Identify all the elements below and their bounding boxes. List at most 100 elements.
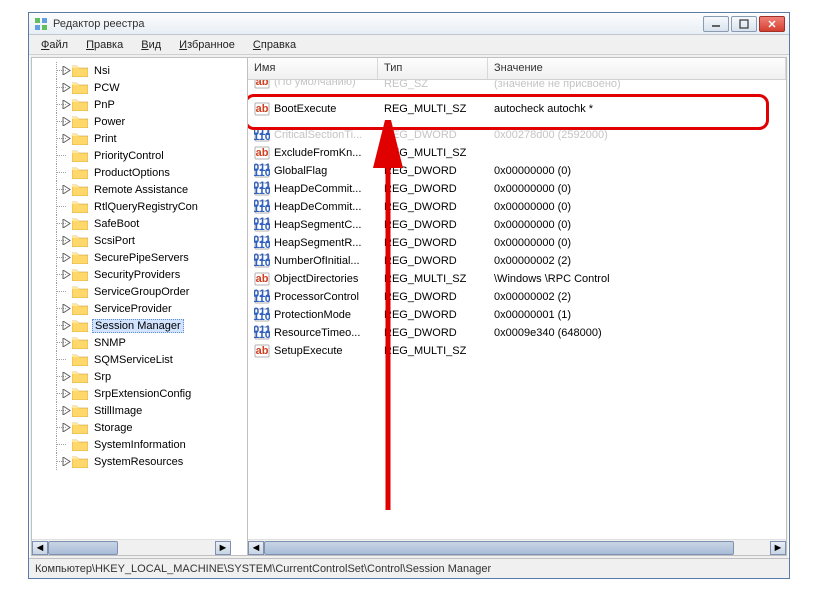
tree-label: SafeBoot [92,218,141,230]
folder-icon [72,115,88,128]
value-row[interactable]: HeapDeCommit...REG_DWORD0x00000000 (0) [248,180,786,198]
scroll-left-icon[interactable]: ◄ [32,541,48,555]
scroll-thumb[interactable] [48,541,118,555]
menu-правка[interactable]: Правка [78,37,131,53]
tree-node-safeboot[interactable]: SafeBoot [36,215,247,232]
expand-icon[interactable] [62,423,71,432]
value-row[interactable]: HeapDeCommit...REG_DWORD0x00000000 (0) [248,198,786,216]
value-type: REG_DWORD [378,255,488,267]
value-row[interactable]: NumberOfInitial...REG_DWORD0x00000002 (2… [248,252,786,270]
binary-icon [254,307,270,323]
scroll-left-icon[interactable]: ◄ [248,541,264,555]
menu-справка[interactable]: Справка [245,37,304,53]
expand-icon[interactable] [62,338,71,347]
expand-icon[interactable] [62,83,71,92]
tree-node-securepipeservers[interactable]: SecurePipeServers [36,249,247,266]
tree-node-power[interactable]: Power [36,113,247,130]
value-data: 0x00000000 (0) [488,219,786,231]
tree-node-servicegrouporder[interactable]: ServiceGroupOrder [36,283,247,300]
expand-icon[interactable] [62,406,71,415]
value-row[interactable]: GlobalFlagREG_DWORD0x00000000 (0) [248,162,786,180]
string-icon [254,271,270,287]
minimize-button[interactable] [703,16,729,32]
expand-icon[interactable] [62,270,71,279]
tree-node-rtlqueryregistrycon[interactable]: RtlQueryRegistryCon [36,198,247,215]
tree-node-securityproviders[interactable]: SecurityProviders [36,266,247,283]
value-row[interactable]: CriticalSectionTi...REG_DWORD0x00278d00 … [248,126,786,144]
value-row[interactable]: ResourceTimeo...REG_DWORD0x0009e340 (648… [248,324,786,342]
tree-node-session-manager[interactable]: Session Manager [36,317,247,334]
tree-label: StillImage [92,405,144,417]
tree-node-pcw[interactable]: PCW [36,79,247,96]
value-data: 0x00000002 (2) [488,291,786,303]
expand-icon[interactable] [62,219,71,228]
tree-node-print[interactable]: Print [36,130,247,147]
value-name: ObjectDirectories [274,273,358,285]
value-row[interactable]: BootExecuteREG_MULTI_SZautocheck autochk… [248,100,786,118]
tree-label: SecurityProviders [92,269,182,281]
column-value[interactable]: Значение [488,58,786,79]
tree-label: ScsiPort [92,235,137,247]
list-body[interactable]: (По умолчанию)REG_SZ(значение не присвое… [248,80,786,539]
binary-icon [254,289,270,305]
tree-hscroll[interactable]: ◄ ► [32,539,231,555]
tree-node-scsiport[interactable]: ScsiPort [36,232,247,249]
value-row[interactable]: HeapSegmentC...REG_DWORD0x00000000 (0) [248,216,786,234]
menu-вид[interactable]: Вид [133,37,169,53]
expand-icon[interactable] [62,185,71,194]
tree-node-srp[interactable]: Srp [36,368,247,385]
value-row[interactable]: SetupExecuteREG_MULTI_SZ [248,342,786,360]
expand-icon[interactable] [62,321,71,330]
tree-node-prioritycontrol[interactable]: PriorityControl [36,147,247,164]
scroll-right-icon[interactable]: ► [770,541,786,555]
menu-избранное[interactable]: Избранное [171,37,243,53]
tree-node-sqmservicelist[interactable]: SQMServiceList [36,351,247,368]
maximize-button[interactable] [731,16,757,32]
tree-pane[interactable]: NsiPCWPnPPowerPrintPriorityControlProduc… [32,58,248,555]
tree-node-srpextensionconfig[interactable]: SrpExtensionConfig [36,385,247,402]
value-row[interactable]: ProtectionModeREG_DWORD0x00000001 (1) [248,306,786,324]
folder-icon [72,404,88,417]
tree-label: SrpExtensionConfig [92,388,193,400]
menu-файл[interactable]: Файл [33,37,76,53]
folder-icon [72,183,88,196]
tree-node-storage[interactable]: Storage [36,419,247,436]
list-hscroll[interactable]: ◄ ► [248,539,786,555]
tree-node-systeminformation[interactable]: SystemInformation [36,436,247,453]
column-name[interactable]: Имя [248,58,378,79]
tree-node-remote-assistance[interactable]: Remote Assistance [36,181,247,198]
expand-icon[interactable] [62,236,71,245]
string-icon [254,145,270,161]
expand-icon[interactable] [62,457,71,466]
scroll-right-icon[interactable]: ► [215,541,231,555]
value-row-cut[interactable]: (По умолчанию)REG_SZ(значение не присвое… [248,80,786,90]
value-row[interactable]: ProcessorControlREG_DWORD0x00000002 (2) [248,288,786,306]
tree-node-pnp[interactable]: PnP [36,96,247,113]
expand-icon[interactable] [62,253,71,262]
tree-node-stillimage[interactable]: StillImage [36,402,247,419]
titlebar[interactable]: Редактор реестра [29,13,789,35]
expand-icon[interactable] [62,372,71,381]
expand-icon[interactable] [62,66,71,75]
value-row[interactable]: ObjectDirectoriesREG_MULTI_SZ\Windows \R… [248,270,786,288]
value-type: REG_DWORD [378,309,488,321]
column-type[interactable]: Тип [378,58,488,79]
binary-icon [254,127,270,143]
tree-node-systemresources[interactable]: SystemResources [36,453,247,470]
expand-icon[interactable] [62,100,71,109]
binary-icon [254,181,270,197]
value-row[interactable]: HeapSegmentR...REG_DWORD0x00000000 (0) [248,234,786,252]
scroll-thumb[interactable] [264,541,734,555]
value-row[interactable]: ExcludeFromKn...REG_MULTI_SZ [248,144,786,162]
expand-icon[interactable] [62,304,71,313]
tree-node-snmp[interactable]: SNMP [36,334,247,351]
close-button[interactable] [759,16,785,32]
expand-icon[interactable] [62,117,71,126]
tree-node-nsi[interactable]: Nsi [36,62,247,79]
tree-node-serviceprovider[interactable]: ServiceProvider [36,300,247,317]
expand-icon[interactable] [62,389,71,398]
window-title: Редактор реестра [53,18,703,30]
folder-icon [72,319,88,332]
expand-icon[interactable] [62,134,71,143]
tree-node-productoptions[interactable]: ProductOptions [36,164,247,181]
